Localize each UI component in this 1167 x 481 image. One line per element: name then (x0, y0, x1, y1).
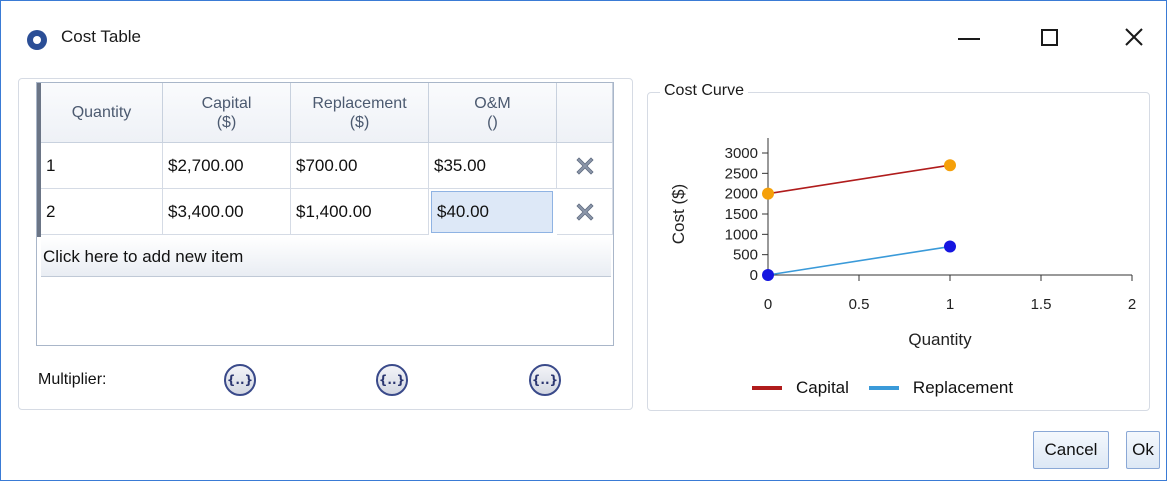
cell-text: $700.00 (296, 155, 358, 175)
close-button[interactable] (1111, 17, 1157, 57)
ok-button[interactable]: Ok (1126, 431, 1160, 469)
y-tick-label: 3000 (725, 145, 758, 162)
capital-multiplier-button[interactable]: {..} (224, 364, 256, 396)
y-tick-label: 2500 (725, 165, 758, 182)
cell-replacement[interactable]: $700.00 (291, 143, 429, 189)
column-header-unit: ($) (349, 113, 370, 131)
legend-item-replacement: Replacement (868, 378, 1014, 398)
cell-text: 2 (46, 201, 56, 221)
title-bar: Cost Table (1, 1, 1166, 61)
minimize-icon (958, 38, 980, 40)
multiplier-label: Multiplier: (38, 371, 107, 388)
cell-capital[interactable]: $3,400.00 (163, 189, 291, 235)
series-line-capital (767, 164, 951, 195)
cell-text: $1,400.00 (296, 201, 372, 221)
add-new-item-row[interactable]: Click here to add new item (41, 237, 611, 277)
window-title: Cost Table (61, 27, 142, 46)
close-icon (1125, 28, 1143, 46)
column-header-om[interactable]: O&M () (429, 83, 557, 143)
column-header-label: Quantity (71, 104, 132, 121)
column-header-unit: () (487, 113, 498, 131)
column-header-capital[interactable]: Capital ($) (163, 83, 291, 143)
y-tick-label: 0 (750, 267, 758, 284)
cell-quantity[interactable]: 1 (41, 143, 163, 189)
cell-text: $2,700.00 (168, 155, 244, 175)
column-header-quantity[interactable]: Quantity (41, 83, 163, 143)
cell-capital[interactable]: $2,700.00 (163, 143, 291, 189)
x-tick-label: 1 (946, 296, 954, 313)
column-header-label: Replacement (312, 94, 407, 112)
cell-om[interactable]: $35.00 (429, 143, 557, 189)
legend-item-capital: Capital (752, 378, 849, 398)
y-tick-label: 2000 (725, 186, 758, 203)
cost-grid: Quantity Capital ($) Replacement ($) O&M… (36, 82, 614, 346)
chart-legend: Capital Replacement (752, 376, 1033, 400)
y-tick-label: 500 (733, 247, 758, 264)
x-tick-label: 0 (764, 296, 772, 313)
minimize-button[interactable] (946, 17, 992, 57)
legend-swatch-capital (752, 386, 782, 390)
x-axis-title: Quantity (908, 330, 972, 349)
x-tick-label: 0.5 (849, 296, 870, 313)
replacement-multiplier-button[interactable]: {..} (376, 364, 408, 396)
delete-row-button[interactable] (557, 189, 613, 235)
column-header-label: Capital (201, 94, 252, 112)
delete-x-icon (575, 202, 594, 221)
data-point-replacement (944, 240, 956, 253)
om-multiplier-button[interactable]: {..} (529, 364, 561, 396)
cell-text: $35.00 (434, 155, 486, 175)
y-tick-label: 1000 (725, 226, 758, 243)
y-axis-title: Cost ($) (669, 184, 688, 244)
column-header-replacement[interactable]: Replacement ($) (291, 83, 429, 143)
app-logo-icon (27, 30, 47, 50)
cell-replacement[interactable]: $1,400.00 (291, 189, 429, 235)
cell-om-selected[interactable]: $40.00 (431, 191, 553, 233)
column-header-delete (557, 83, 613, 143)
cost-curve-chart: 0 0.5 1 1.5 2 0 500 1000 1500 2000 2500 3000 Quantit… (669, 138, 1136, 349)
x-tick-label: 2 (1128, 296, 1136, 313)
legend-swatch-replacement (868, 386, 899, 390)
maximize-button[interactable] (1026, 17, 1072, 57)
x-tick-label: 1.5 (1031, 296, 1052, 313)
data-point-capital (944, 159, 956, 172)
cell-quantity[interactable]: 2 (41, 189, 163, 235)
data-point-capital (762, 187, 774, 200)
cell-text: 1 (46, 155, 56, 175)
cell-text: $3,400.00 (168, 201, 244, 221)
legend-label: Replacement (912, 378, 1014, 397)
maximize-icon (1040, 28, 1058, 46)
column-header-unit: ($) (216, 113, 237, 131)
column-header-label: O&M (474, 94, 511, 112)
cancel-button[interactable]: Cancel (1033, 431, 1109, 469)
cell-text: $40.00 (437, 202, 489, 221)
delete-x-icon (575, 156, 594, 175)
data-point-replacement (762, 269, 774, 281)
series-line-replacement (767, 245, 951, 276)
legend-label: Capital (796, 378, 849, 397)
delete-row-button[interactable] (557, 143, 613, 189)
y-tick-label: 1500 (725, 206, 758, 223)
